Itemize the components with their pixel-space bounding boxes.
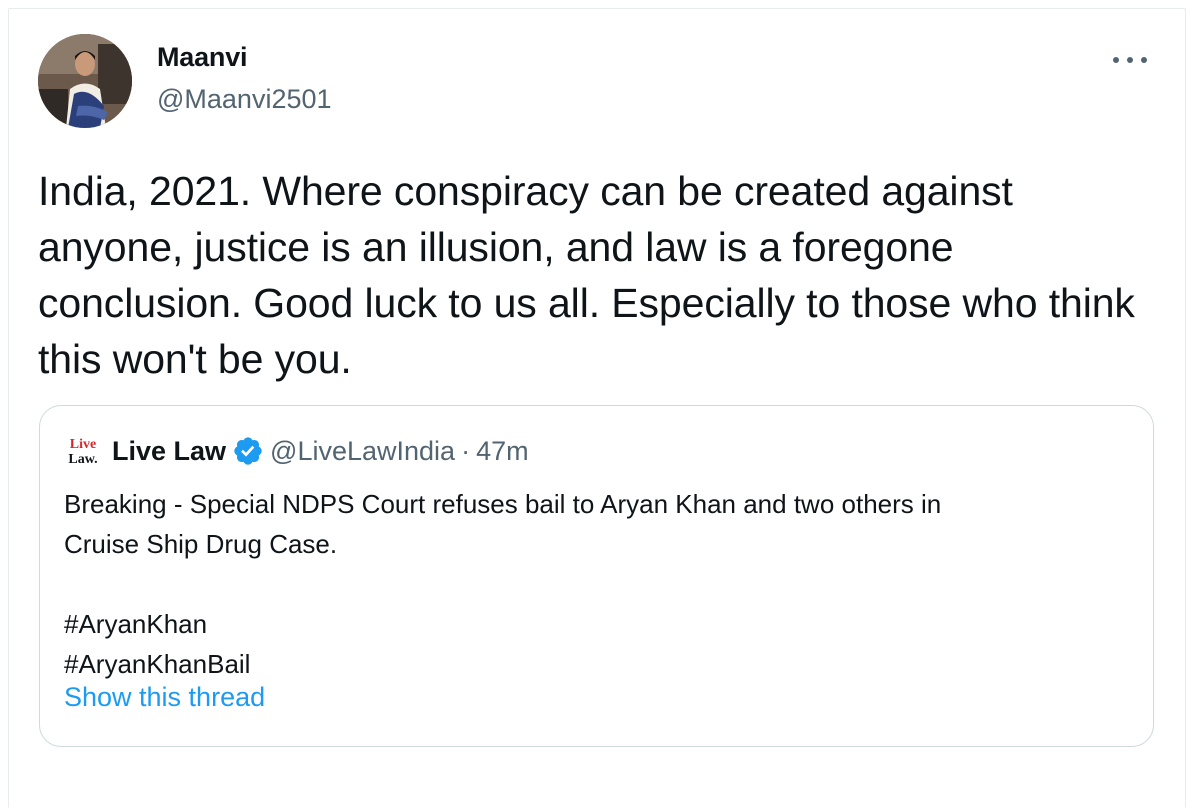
hashtag-aryankhan[interactable]: #AryanKhan xyxy=(64,604,1124,644)
live-law-logo[interactable]: Live Law. xyxy=(64,434,102,468)
quoted-display-name[interactable]: Live Law xyxy=(112,436,226,467)
separator-dot: · xyxy=(461,435,471,466)
quoted-tweet[interactable]: Live Law. Live Law @LiveLawIndia · 47m B… xyxy=(39,405,1154,747)
quoted-handle[interactable]: @LiveLawIndia xyxy=(270,436,455,467)
tweet-text: India, 2021. Where conspiracy can be cre… xyxy=(38,168,1135,382)
quoted-body-line xyxy=(64,564,1124,604)
logo-text-top: Live xyxy=(70,437,96,452)
more-dot xyxy=(1141,57,1147,63)
quoted-tweet-header: Live Law. Live Law @LiveLawIndia · 47m xyxy=(64,434,529,468)
more-dot xyxy=(1127,57,1133,63)
author-display-name[interactable]: Maanvi xyxy=(157,42,248,73)
quoted-body-line: Breaking - Special NDPS Court refuses ba… xyxy=(64,489,942,519)
quoted-tweet-body: Breaking - Special NDPS Court refuses ba… xyxy=(64,484,1124,684)
more-dot xyxy=(1113,57,1119,63)
author-handle[interactable]: @Maanvi2501 xyxy=(157,84,332,115)
profile-photo xyxy=(38,34,132,128)
more-horizontal-icon[interactable] xyxy=(1113,50,1147,70)
show-this-thread-link[interactable]: Show this thread xyxy=(64,682,265,713)
quoted-timestamp[interactable]: 47m xyxy=(476,436,529,467)
verified-badge-icon xyxy=(234,437,262,465)
quoted-body-line: Cruise Ship Drug Case. xyxy=(64,529,338,559)
avatar[interactable] xyxy=(38,34,132,128)
logo-text-bottom: Law. xyxy=(68,452,97,467)
hashtag-aryankhanbail[interactable]: #AryanKhanBail xyxy=(64,644,1124,684)
